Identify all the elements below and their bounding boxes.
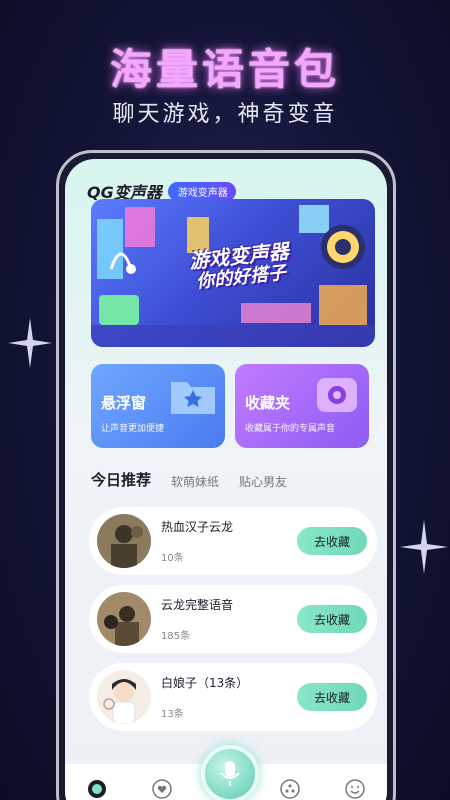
pack-name: 云龙完整语音 <box>161 598 234 612</box>
avatar <box>97 592 151 646</box>
tab-boyfriend[interactable]: 贴心男友 <box>239 473 287 490</box>
voice-pack-list: 热血汉子云龙 10条 去收藏 云龙完整语音 185条 去收藏 白娘子（13条） … <box>89 507 377 741</box>
tab-today-recommend[interactable]: 今日推荐 <box>91 469 152 492</box>
item-info: 白娘子（13条） 13条 <box>161 674 297 720</box>
sparkle-icon <box>400 520 448 574</box>
tabbar-item-custom[interactable]: 自制 <box>265 779 315 800</box>
promo-banner[interactable]: 游戏变声器 你的好搭子 <box>91 199 375 347</box>
promo-headline: 海量语音包 <box>109 45 340 94</box>
pack-name: 热血汉子云龙 <box>161 520 234 534</box>
tab-cute-girl[interactable]: 软萌妹纸 <box>171 473 219 490</box>
collect-button[interactable]: 去收藏 <box>297 683 367 711</box>
favorites-subtitle: 收藏属于你的专属声音 <box>245 424 336 434</box>
list-item[interactable]: 热血汉子云龙 10条 去收藏 <box>89 507 377 575</box>
record-voice-button[interactable] <box>201 745 259 800</box>
favorites-card[interactable]: 收藏夹 收藏属于你的专属声音 <box>235 364 369 448</box>
sparkle-icon <box>8 318 52 368</box>
phone-frame: QG变声器 游戏变声器 游戏变声器 你的好搭子 悬浮窗 让声音更加便捷 收藏夹 … <box>56 150 396 800</box>
app-tag-badge: 游戏变声器 <box>167 181 236 201</box>
record-icon <box>317 378 357 412</box>
profile-icon <box>345 779 365 799</box>
pack-count: 13条 <box>161 709 184 720</box>
tabbar-item-profile[interactable]: 我的 <box>330 779 380 800</box>
item-info: 热血汉子云龙 10条 <box>161 518 297 564</box>
heart-icon <box>151 779 172 799</box>
app-screen: QG变声器 游戏变声器 游戏变声器 你的好搭子 悬浮窗 让声音更加便捷 收藏夹 … <box>65 159 387 800</box>
promo-subline: 聊天游戏，神奇变音 <box>112 102 338 127</box>
tabbar-item-favorites[interactable]: 收藏 <box>137 779 187 800</box>
collect-button[interactable]: 去收藏 <box>297 605 367 633</box>
pack-name: 白娘子（13条） <box>161 676 249 690</box>
avatar <box>97 514 151 568</box>
tabbar-item-home[interactable]: 主页 <box>72 779 122 800</box>
item-info: 云龙完整语音 185条 <box>161 596 297 642</box>
folder-star-icon <box>171 382 215 414</box>
list-item[interactable]: 云龙完整语音 185条 去收藏 <box>89 585 377 653</box>
category-tabs: 今日推荐 软萌妹纸 贴心男友 <box>91 469 307 492</box>
custom-icon <box>280 779 301 799</box>
collect-button[interactable]: 去收藏 <box>297 527 367 555</box>
pack-count: 185条 <box>161 631 191 642</box>
list-item[interactable]: 白娘子（13条） 13条 去收藏 <box>89 663 377 731</box>
floating-window-card[interactable]: 悬浮窗 让声音更加便捷 <box>91 364 225 448</box>
floating-window-subtitle: 让声音更加便捷 <box>101 424 165 434</box>
avatar <box>97 670 151 724</box>
pack-count: 10条 <box>161 553 184 564</box>
home-icon <box>88 780 107 798</box>
microphone-icon <box>220 761 240 786</box>
